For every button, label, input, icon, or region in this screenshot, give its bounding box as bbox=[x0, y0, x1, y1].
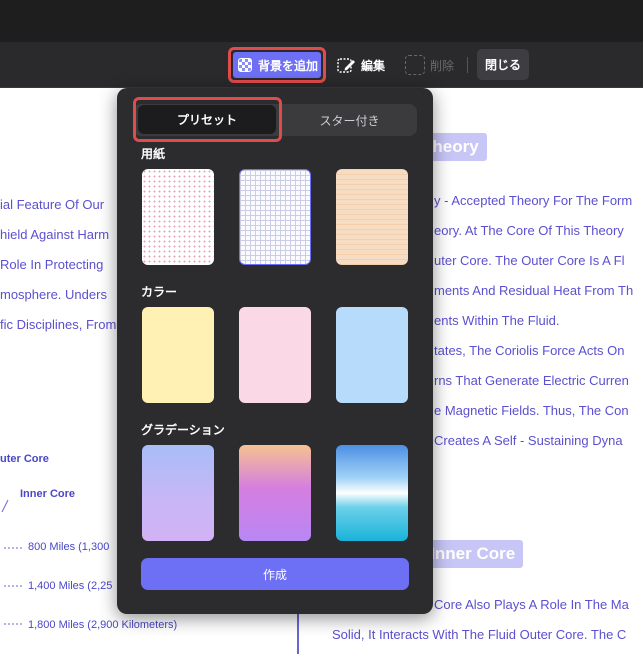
doc-right-line: uter Core. The Outer Core Is A Fl bbox=[434, 253, 625, 268]
doc-left-line: hield Against Harm bbox=[0, 227, 110, 242]
toolbar-divider bbox=[467, 57, 468, 73]
tab-starred[interactable]: スター付き bbox=[282, 104, 417, 136]
doc-right-line: Creates A Self - Sustaining Dyna bbox=[434, 433, 623, 448]
checkerboard-icon bbox=[238, 58, 252, 72]
doc-left-line: ial Feature Of Our bbox=[0, 197, 105, 212]
diagram-distance-2: 1,400 Miles (2,25 bbox=[28, 580, 113, 592]
gradient-sky-sea-tile[interactable] bbox=[336, 445, 408, 541]
diagram-distance-1: 800 Miles (1,300 bbox=[28, 541, 110, 553]
doc-right-line: e Magnetic Fields. Thus, The Con bbox=[434, 403, 629, 418]
edit-label: 編集 bbox=[361, 58, 386, 73]
add-background-label: 背景を追加 bbox=[258, 58, 319, 73]
edit-button[interactable]: 編集 bbox=[336, 52, 385, 78]
tab-preset[interactable]: プリセット bbox=[138, 105, 276, 134]
doc-left-line: Role In Protecting bbox=[0, 257, 104, 272]
color-pink-tile[interactable] bbox=[239, 307, 311, 403]
delete-frame-icon bbox=[405, 55, 425, 75]
doc-left-line: mosphere. Unders bbox=[0, 287, 107, 302]
add-background-button-highlight[interactable]: 背景を追加 bbox=[228, 47, 326, 83]
section-title-gradient: グラデーション bbox=[141, 423, 225, 437]
doc-right-line: ments And Residual Heat From Th bbox=[434, 283, 634, 298]
doc-left-line: fic Disciplines, From bbox=[0, 317, 117, 332]
doc-bottom-line: Core Also Plays A Role In The Ma bbox=[434, 597, 629, 612]
delete-label: 削除 bbox=[430, 58, 455, 73]
paper-lined-tile[interactable] bbox=[336, 169, 408, 265]
color-yellow-tile[interactable] bbox=[142, 307, 214, 403]
diagram-leader-lines bbox=[1, 499, 22, 625]
background-preset-popup: プリセット スター付き 用紙 カラー グラデーション 作成 bbox=[117, 88, 433, 614]
gradient-blue-purple-tile[interactable] bbox=[142, 445, 214, 541]
section-title-color: カラー bbox=[141, 285, 178, 299]
window-top-bar bbox=[0, 0, 643, 42]
paper-grid-tile[interactable] bbox=[239, 169, 311, 265]
doc-right-line: eory. At The Core Of This Theory bbox=[434, 223, 624, 238]
edit-pattern-icon bbox=[337, 58, 355, 73]
diagram-distance-3: 1,800 Miles (2,900 Kilometers) bbox=[28, 619, 178, 631]
diagram-outer-core-label: uter Core bbox=[0, 453, 49, 465]
doc-right-line: rns That Generate Electric Curren bbox=[434, 373, 629, 388]
section-title-paper: 用紙 bbox=[141, 147, 166, 161]
create-button[interactable]: 作成 bbox=[141, 558, 409, 590]
color-blue-tile[interactable] bbox=[336, 307, 408, 403]
add-background-button[interactable]: 背景を追加 bbox=[233, 52, 321, 78]
delete-button[interactable]: 削除 bbox=[405, 52, 454, 78]
gradient-orange-purple-tile[interactable] bbox=[239, 445, 311, 541]
doc-right-line: tates, The Coriolis Force Acts On bbox=[434, 343, 625, 358]
doc-right-line: ents Within The Fluid. bbox=[434, 313, 560, 328]
doc-right-line: y - Accepted Theory For The Form bbox=[434, 193, 633, 208]
close-button[interactable]: 閉じる bbox=[477, 49, 529, 80]
diagram-vertical-rule bbox=[297, 608, 299, 654]
doc-bottom-line: Solid, It Interacts With The Fluid Outer… bbox=[332, 627, 627, 642]
paper-dot-tile[interactable] bbox=[142, 169, 214, 265]
